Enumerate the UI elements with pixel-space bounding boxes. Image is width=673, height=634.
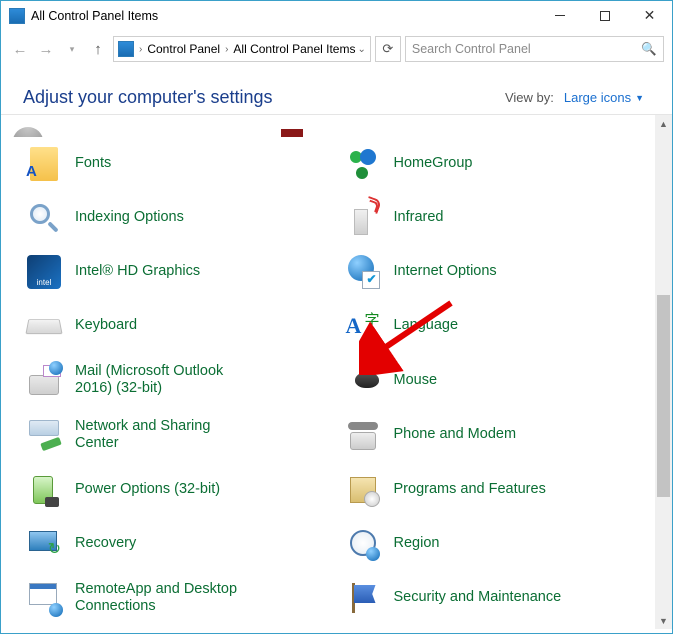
caret-down-icon: ▼ xyxy=(635,93,644,103)
network-icon xyxy=(27,418,61,452)
item-speech-recognition[interactable]: Speech Recognition xyxy=(342,625,661,629)
breadcrumb-root[interactable]: Control Panel xyxy=(147,42,220,56)
item-label: RemoteApp and Desktop Connections xyxy=(75,581,245,616)
recent-locations-button[interactable]: ▾ xyxy=(61,38,83,60)
search-icon: 🔍 xyxy=(641,42,657,57)
item-label: Network and Sharing Center xyxy=(75,418,245,453)
item-label: Phone and Modem xyxy=(394,426,517,443)
scroll-track[interactable] xyxy=(655,132,672,612)
homegroup-icon xyxy=(346,147,380,181)
item-label: Mail (Microsoft Outlook 2016) (32-bit) xyxy=(75,363,245,398)
keyboard-icon xyxy=(27,309,61,343)
item-label: Infrared xyxy=(394,209,444,226)
control-panel-icon xyxy=(9,8,25,24)
item-security-maintenance[interactable]: Security and Maintenance xyxy=(342,571,661,626)
partial-icon xyxy=(13,127,43,137)
remoteapp-icon xyxy=(27,581,61,615)
item-label: Security and Maintenance xyxy=(394,589,562,606)
phone-icon xyxy=(346,418,380,452)
item-label: Intel® HD Graphics xyxy=(75,263,200,280)
address-bar[interactable]: › Control Panel › All Control Panel Item… xyxy=(113,36,371,62)
item-language[interactable]: A字 Language xyxy=(342,299,661,353)
window-controls: ✕ xyxy=(537,1,672,30)
infrared-icon xyxy=(346,201,380,235)
item-keyboard[interactable]: Keyboard xyxy=(23,299,342,353)
navbar: ← → ▾ ↑ › Control Panel › All Control Pa… xyxy=(1,31,672,67)
partial-icon xyxy=(281,129,303,137)
language-icon: A字 xyxy=(346,309,380,343)
item-infrared[interactable]: Infrared xyxy=(342,191,661,245)
item-region[interactable]: Region xyxy=(342,517,661,571)
view-by-label: View by: xyxy=(505,90,554,105)
item-label: Fonts xyxy=(75,155,111,172)
item-mouse[interactable]: Mouse xyxy=(342,353,661,408)
breadcrumb-current[interactable]: All Control Panel Items xyxy=(233,42,355,56)
item-intel-hd-graphics[interactable]: intel Intel® HD Graphics xyxy=(23,245,342,299)
scroll-down-button[interactable]: ▼ xyxy=(655,612,672,629)
item-indexing-options[interactable]: Indexing Options xyxy=(23,191,342,245)
content-area: Fonts HomeGroup Indexing Options Infrare… xyxy=(1,115,672,629)
breadcrumb-sep-icon[interactable]: › xyxy=(136,44,145,55)
address-dropdown-icon[interactable]: ⌄ xyxy=(357,44,365,55)
item-remoteapp[interactable]: RemoteApp and Desktop Connections xyxy=(23,571,342,626)
item-label: Indexing Options xyxy=(75,209,184,226)
page-title: Adjust your computer's settings xyxy=(23,87,273,108)
item-label: Mouse xyxy=(394,372,438,389)
item-programs-features[interactable]: Programs and Features xyxy=(342,463,661,517)
item-recovery[interactable]: ↻ Recovery xyxy=(23,517,342,571)
minimize-button[interactable] xyxy=(537,1,582,30)
view-by: View by: Large icons ▼ xyxy=(505,90,644,105)
search-input[interactable] xyxy=(412,42,657,56)
address-icon xyxy=(118,41,134,57)
item-homegroup[interactable]: HomeGroup xyxy=(342,137,661,191)
item-power-options[interactable]: Power Options (32-bit) xyxy=(23,463,342,517)
item-mail[interactable]: Mail (Microsoft Outlook 2016) (32-bit) xyxy=(23,353,342,408)
back-button[interactable]: ← xyxy=(9,38,31,60)
forward-button[interactable]: → xyxy=(35,38,57,60)
internet-options-icon: ✔ xyxy=(346,255,380,289)
item-label: Power Options (32-bit) xyxy=(75,481,220,498)
item-phone-modem[interactable]: Phone and Modem xyxy=(342,408,661,463)
recovery-icon: ↻ xyxy=(27,527,61,561)
region-icon xyxy=(346,527,380,561)
mail-icon xyxy=(27,363,61,397)
item-network-sharing-center[interactable]: Network and Sharing Center xyxy=(23,408,342,463)
item-label: HomeGroup xyxy=(394,155,473,172)
intel-icon: intel xyxy=(27,255,61,289)
partial-row xyxy=(1,115,672,137)
search-box[interactable]: 🔍 xyxy=(405,36,664,62)
header-row: Adjust your computer's settings View by:… xyxy=(1,67,672,115)
scroll-thumb[interactable] xyxy=(657,295,670,497)
item-label: Language xyxy=(394,317,459,334)
programs-icon xyxy=(346,473,380,507)
item-label: Programs and Features xyxy=(394,481,546,498)
items-grid: Fonts HomeGroup Indexing Options Infrare… xyxy=(1,137,672,629)
item-internet-options[interactable]: ✔ Internet Options xyxy=(342,245,661,299)
view-by-dropdown[interactable]: Large icons ▼ xyxy=(564,90,644,105)
security-icon xyxy=(346,581,380,615)
refresh-button[interactable]: ⟳ xyxy=(375,36,401,62)
item-label: Region xyxy=(394,535,440,552)
fonts-icon xyxy=(27,147,61,181)
mouse-icon xyxy=(346,363,380,397)
power-icon xyxy=(27,473,61,507)
maximize-button[interactable] xyxy=(582,1,627,30)
close-button[interactable]: ✕ xyxy=(627,1,672,30)
breadcrumb-sep-icon[interactable]: › xyxy=(222,44,231,55)
titlebar: All Control Panel Items ✕ xyxy=(1,1,672,31)
vertical-scrollbar[interactable]: ▲ ▼ xyxy=(655,115,672,629)
up-button[interactable]: ↑ xyxy=(87,38,109,60)
item-sound[interactable]: Sound xyxy=(23,625,342,629)
item-fonts[interactable]: Fonts xyxy=(23,137,342,191)
indexing-icon xyxy=(27,201,61,235)
scroll-up-button[interactable]: ▲ xyxy=(655,115,672,132)
item-label: Internet Options xyxy=(394,263,497,280)
window-title: All Control Panel Items xyxy=(31,9,158,23)
view-by-value: Large icons xyxy=(564,90,631,105)
item-label: Keyboard xyxy=(75,317,137,334)
item-label: Recovery xyxy=(75,535,136,552)
